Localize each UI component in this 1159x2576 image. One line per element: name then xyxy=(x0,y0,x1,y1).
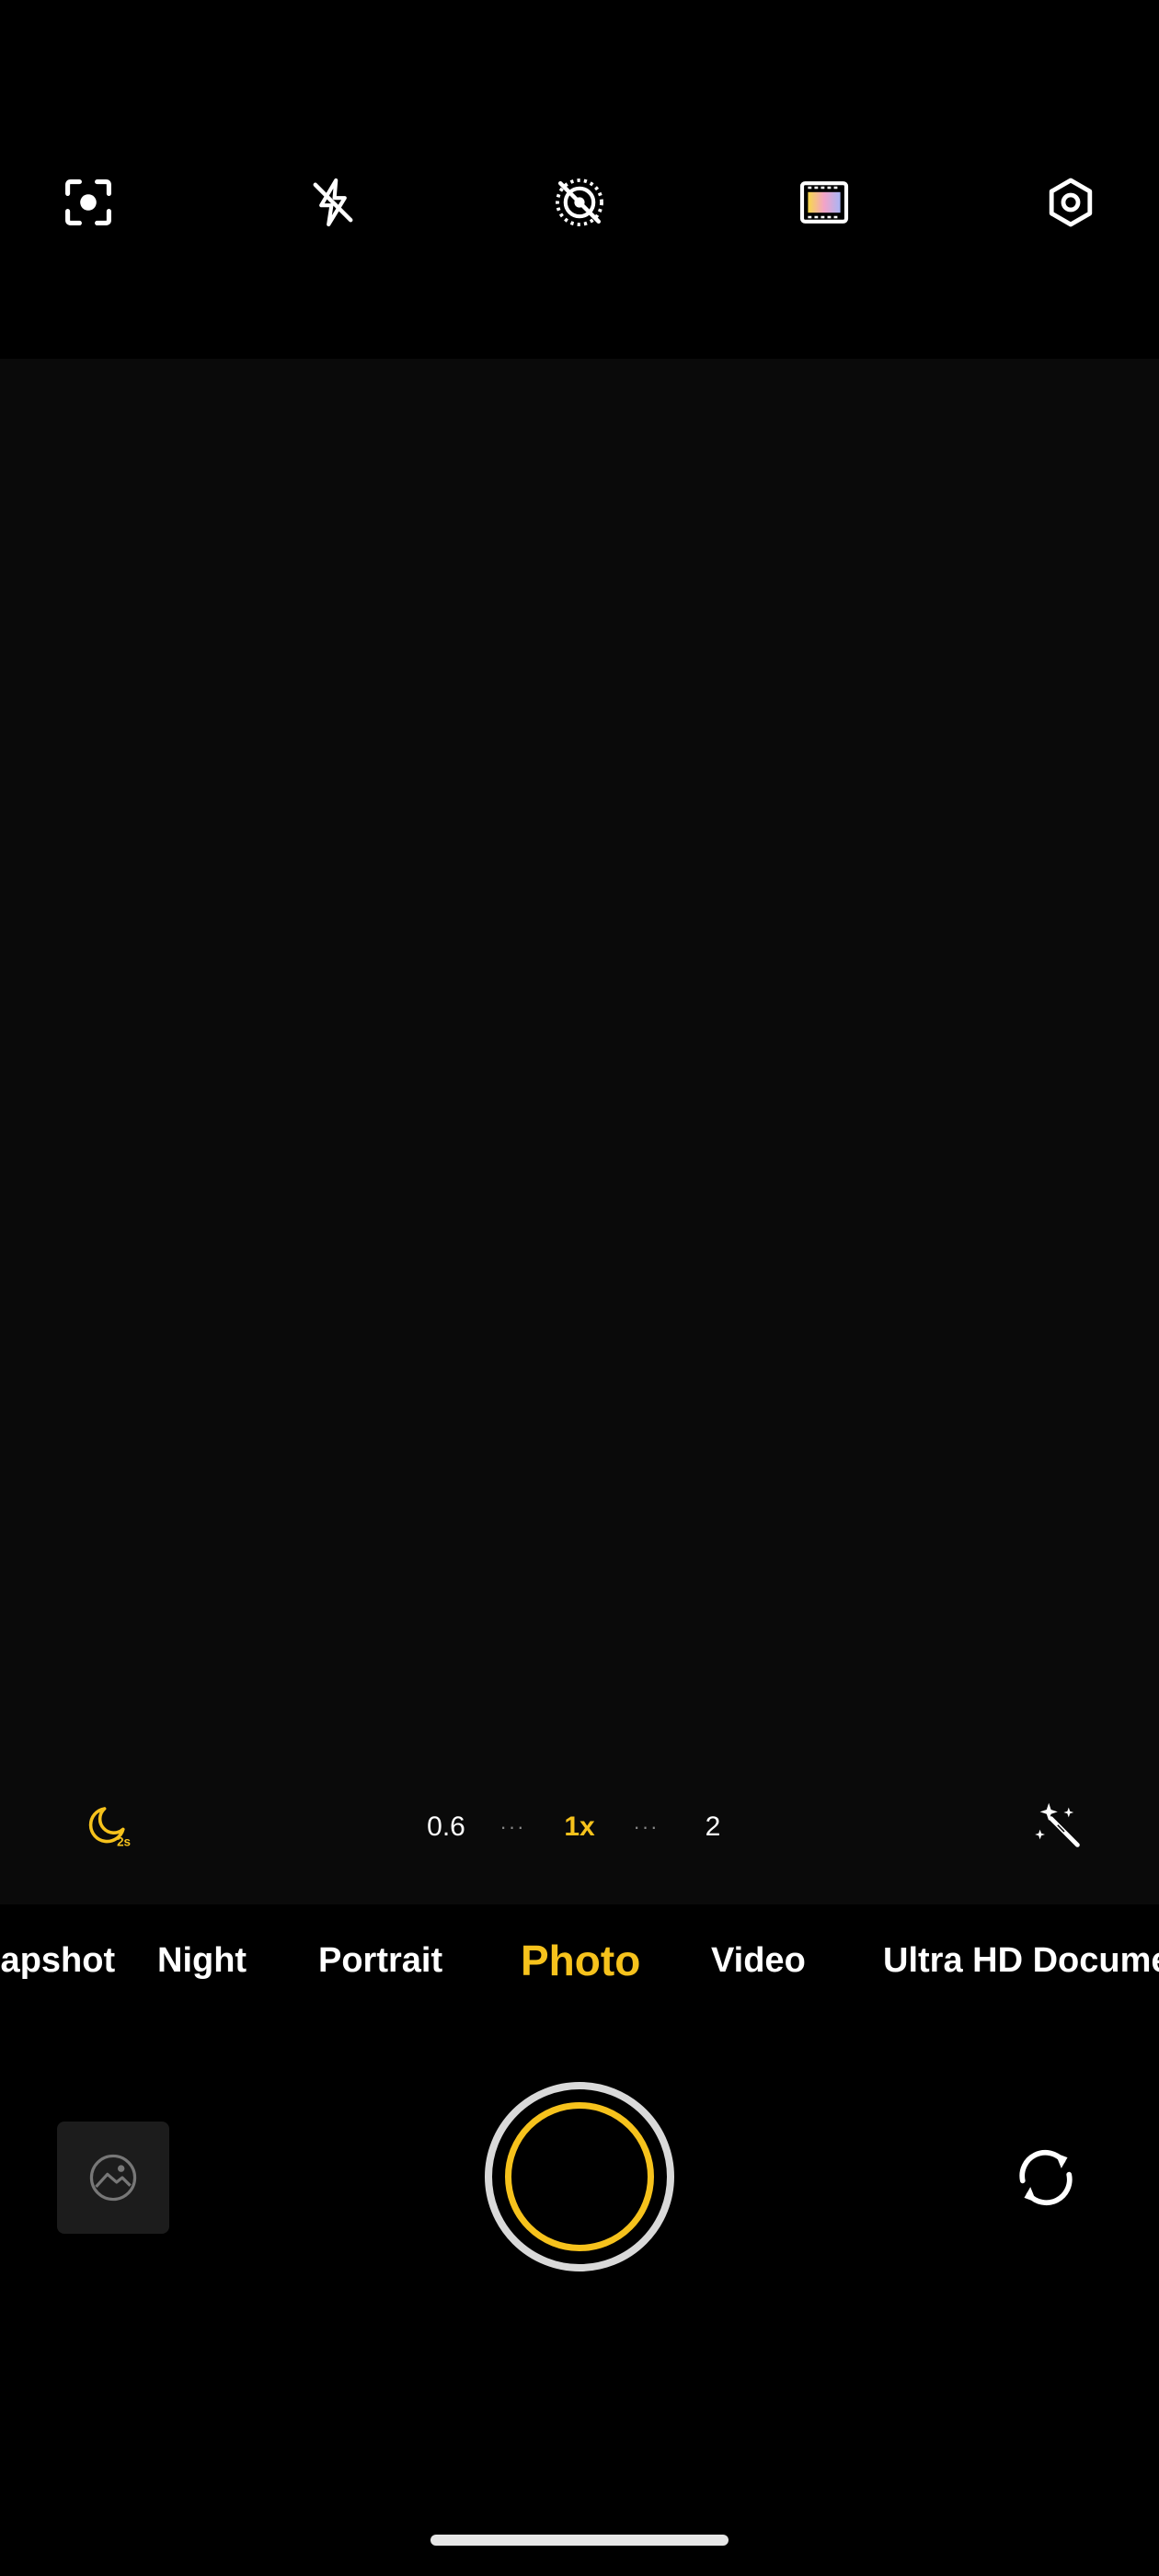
shutter-row xyxy=(0,2052,1159,2576)
switch-camera-button[interactable] xyxy=(1004,2136,1087,2219)
flash-button[interactable] xyxy=(296,166,370,239)
gallery-button[interactable] xyxy=(57,2122,169,2234)
settings-icon xyxy=(1049,178,1093,227)
top-toolbar xyxy=(0,0,1159,359)
ai-enhance-button[interactable] xyxy=(1017,1785,1100,1868)
mode-video[interactable]: Video xyxy=(711,1941,806,1981)
mode-photo[interactable]: Photo xyxy=(521,1936,640,1985)
mode-night[interactable]: Night xyxy=(157,1941,247,1981)
live-photo-off-icon xyxy=(556,178,603,226)
zoom-0-6-button[interactable]: 0.6 xyxy=(414,1811,478,1843)
switch-camera-icon xyxy=(1019,2149,1073,2206)
moon-timer-icon: 2s xyxy=(88,1807,131,1848)
mode-ultra-hd-document[interactable]: Ultra HD Document xyxy=(883,1941,1159,1981)
live-photo-button[interactable] xyxy=(543,166,616,239)
color-filter-icon xyxy=(799,181,849,224)
flash-off-icon xyxy=(313,178,353,227)
shutter-ring xyxy=(505,2102,654,2251)
night-timer-label: 2s xyxy=(117,1834,131,1848)
settings-button[interactable] xyxy=(1034,166,1107,239)
filter-button[interactable] xyxy=(787,166,861,239)
shutter-button[interactable] xyxy=(485,2082,674,2271)
zoom-selector: 0.6 ··· 1x ··· 2 xyxy=(414,1794,745,1860)
zoom-dots: ··· xyxy=(499,1815,526,1838)
zoom-2-button[interactable]: 2 xyxy=(681,1811,745,1843)
camera-viewfinder[interactable] xyxy=(0,359,1159,1904)
mode-portrait[interactable]: Portrait xyxy=(318,1941,442,1981)
camera-control-row: 2s 0.6 ··· 1x ··· 2 xyxy=(0,1785,1159,1868)
mode-snapshot[interactable]: Snapshot xyxy=(0,1941,115,1981)
magic-wand-icon xyxy=(1035,1802,1080,1847)
focus-scan-icon xyxy=(65,179,111,225)
focus-scan-button[interactable] xyxy=(52,166,125,239)
gallery-icon xyxy=(89,2154,137,2202)
night-auto-button[interactable]: 2s xyxy=(66,1785,149,1868)
zoom-dots: ··· xyxy=(633,1815,660,1838)
home-indicator[interactable] xyxy=(430,2535,729,2546)
mode-selector: Snapshot Night Portrait Photo Video Ultr… xyxy=(0,1904,1159,2052)
zoom-1x-button[interactable]: 1x xyxy=(547,1811,612,1843)
